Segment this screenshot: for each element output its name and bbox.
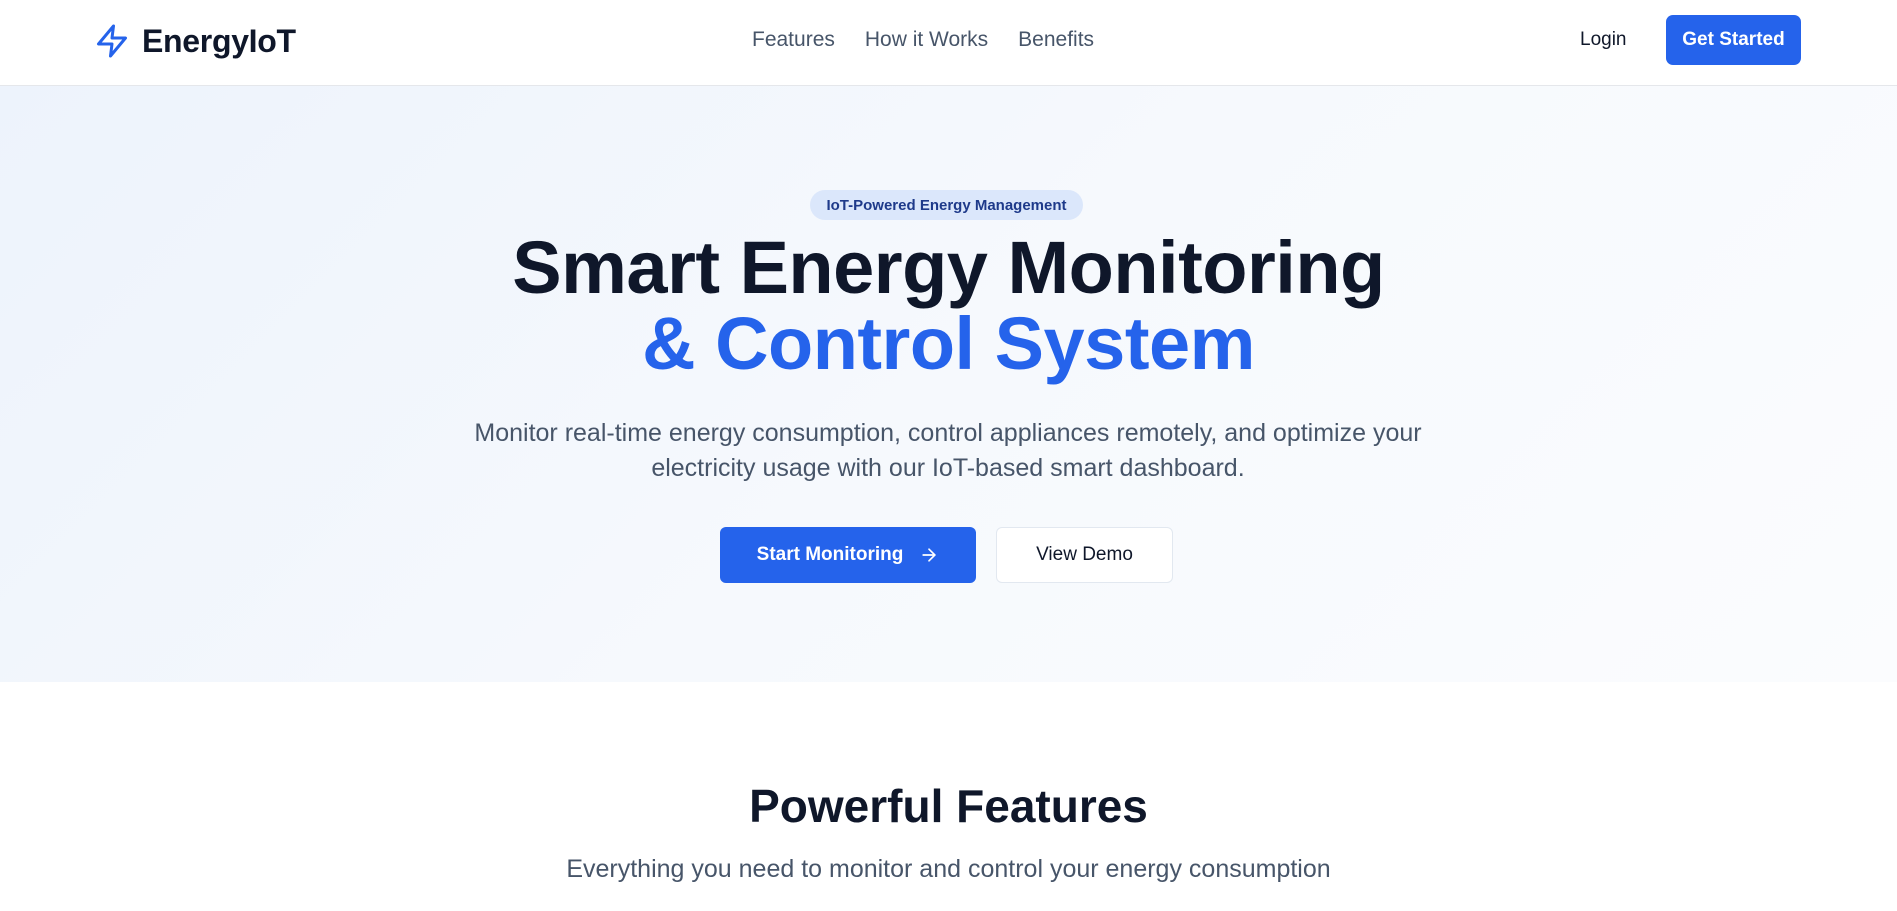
- nav-link-how-it-works[interactable]: How it Works: [865, 26, 988, 54]
- start-monitoring-button[interactable]: Start Monitoring: [720, 527, 976, 583]
- arrow-right-icon: [919, 545, 939, 565]
- get-started-button[interactable]: Get Started: [1666, 15, 1801, 65]
- features-title: Powerful Features: [749, 780, 1148, 832]
- site-header: EnergyIoT Features How it Works Benefits…: [0, 0, 1897, 86]
- login-link[interactable]: Login: [1580, 27, 1627, 53]
- brand-name: EnergyIoT: [142, 22, 296, 59]
- hero-subtitle: Monitor real-time energy consumption, co…: [474, 419, 1422, 482]
- main-nav: Features How it Works Benefits: [752, 26, 1094, 54]
- hero-title-line2: & Control System: [642, 302, 1255, 385]
- start-monitoring-label: Start Monitoring: [756, 544, 904, 565]
- lightning-bolt-icon: [94, 21, 130, 61]
- hero-badge: IoT-Powered Energy Management: [810, 190, 1083, 220]
- hero-title-line1: Smart Energy Monitoring: [512, 226, 1385, 309]
- brand-logo[interactable]: EnergyIoT: [94, 20, 296, 62]
- features-subtitle: Everything you need to monitor and contr…: [566, 855, 1331, 883]
- view-demo-button[interactable]: View Demo: [996, 527, 1173, 583]
- nav-link-benefits[interactable]: Benefits: [1018, 26, 1094, 54]
- hero-title: Smart Energy Monitoring & Control System: [0, 230, 1897, 382]
- nav-link-features[interactable]: Features: [752, 26, 835, 54]
- hero-section: IoT-Powered Energy Management Smart Ener…: [0, 86, 1897, 682]
